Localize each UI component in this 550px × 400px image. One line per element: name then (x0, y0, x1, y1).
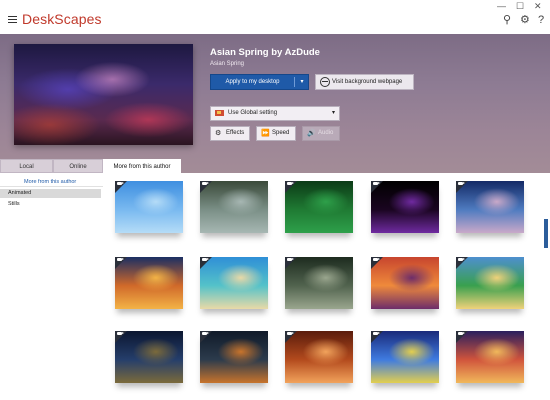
video-camera-icon (287, 332, 294, 335)
video-camera-icon (373, 332, 380, 335)
video-camera-icon (287, 258, 294, 261)
audio-label: Audio (318, 130, 334, 136)
sidebar-divider (0, 186, 103, 187)
globe-icon (320, 77, 330, 87)
effects-button[interactable]: ⚙ Effects (210, 126, 250, 141)
wallpaper-thumbnail-swans-lake[interactable] (285, 257, 353, 309)
wallpaper-thumbnail-sky-rainbow[interactable] (115, 181, 183, 233)
wallpaper-gallery (103, 173, 543, 400)
fast-forward-icon: ⏩ (261, 130, 270, 137)
video-camera-icon (202, 182, 209, 185)
visit-webpage-label: Visit background webpage (332, 79, 403, 85)
effects-label: Effects (226, 130, 245, 136)
sidebar: More from this author Animated Stills (0, 173, 103, 400)
global-setting-dropdown[interactable]: Use Global setting ▾ (210, 106, 340, 121)
tab-local[interactable]: Local (0, 159, 53, 173)
speed-label: Speed (272, 130, 290, 136)
scrollbar-thumb[interactable] (544, 219, 548, 248)
speed-button[interactable]: ⏩ Speed (256, 126, 296, 141)
help-icon[interactable]: ? (538, 15, 544, 26)
wallpaper-preview (14, 44, 193, 145)
video-camera-icon (202, 258, 209, 261)
video-camera-icon (117, 182, 124, 185)
apply-dropdown-icon[interactable]: ▾ (296, 75, 308, 89)
wallpaper-thumbnail-ocean-sunrise[interactable] (456, 181, 524, 233)
wallpaper-thumbnail-green-forest[interactable] (285, 181, 353, 233)
speaker-icon: 🔊 (307, 130, 316, 137)
tab-online[interactable]: Online (53, 159, 103, 173)
sidebar-header: More from this author (24, 179, 77, 185)
video-camera-icon (373, 258, 380, 261)
title-bar: DeskScapes — ☐ ✕ ⚲ ⚙ ? (0, 0, 550, 34)
video-camera-icon (458, 182, 465, 185)
global-setting-label: Use Global setting (228, 110, 278, 116)
search-icon[interactable]: ⚲ (503, 15, 511, 26)
video-camera-icon (458, 332, 465, 335)
monitor-icon (215, 110, 224, 116)
effects-icon: ⚙ (215, 130, 222, 137)
wallpaper-thumbnail-flower-field[interactable] (371, 257, 439, 309)
maximize-button[interactable]: ☐ (516, 2, 524, 11)
wallpaper-header: Asian Spring by AzDude Asian Spring Appl… (0, 34, 550, 173)
sidebar-item-stills[interactable]: Stills (0, 200, 101, 209)
audio-button: 🔊 Audio (302, 126, 340, 141)
close-button[interactable]: ✕ (534, 2, 542, 11)
video-camera-icon (458, 258, 465, 261)
wallpaper-title: Asian Spring by AzDude (210, 47, 320, 58)
video-camera-icon (202, 332, 209, 335)
app-title: DeskScapes (22, 11, 102, 27)
minimize-button[interactable]: — (497, 2, 506, 11)
chevron-down-icon: ▾ (331, 110, 335, 116)
sidebar-item-animated[interactable]: Animated (0, 189, 101, 198)
tab-more-from-author[interactable]: More from this author (103, 159, 181, 173)
wallpaper-thumbnail-ghost-ship[interactable] (200, 331, 268, 383)
wallpaper-thumbnail-rocky-waterfall[interactable] (200, 181, 268, 233)
wallpaper-thumbnail-temple-ruins[interactable] (285, 331, 353, 383)
hamburger-menu-icon[interactable] (8, 16, 17, 23)
wallpaper-thumbnail-crystal-forest[interactable] (371, 331, 439, 383)
wallpaper-thumbnail-waterfall-rainbow[interactable] (456, 257, 524, 309)
video-camera-icon (117, 258, 124, 261)
settings-icon[interactable]: ⚙ (520, 15, 530, 26)
wallpaper-thumbnail-eclipse-ring[interactable] (371, 181, 439, 233)
apply-to-desktop-button[interactable]: Apply to my desktop ▾ (210, 74, 309, 90)
wallpaper-thumbnail-sunset-clouds[interactable] (456, 331, 524, 383)
video-camera-icon (117, 332, 124, 335)
apply-button-label[interactable]: Apply to my desktop (211, 75, 294, 89)
visit-webpage-button[interactable]: Visit background webpage (315, 74, 414, 90)
video-camera-icon (287, 182, 294, 185)
wallpaper-thumbnail-sunset-boats[interactable] (115, 257, 183, 309)
wallpaper-thumbnail-tropical-beach[interactable] (200, 257, 268, 309)
video-camera-icon (373, 182, 380, 185)
wallpaper-thumbnail-night-house[interactable] (115, 331, 183, 383)
apply-divider (294, 77, 295, 87)
wallpaper-subtitle: Asian Spring (210, 61, 245, 67)
